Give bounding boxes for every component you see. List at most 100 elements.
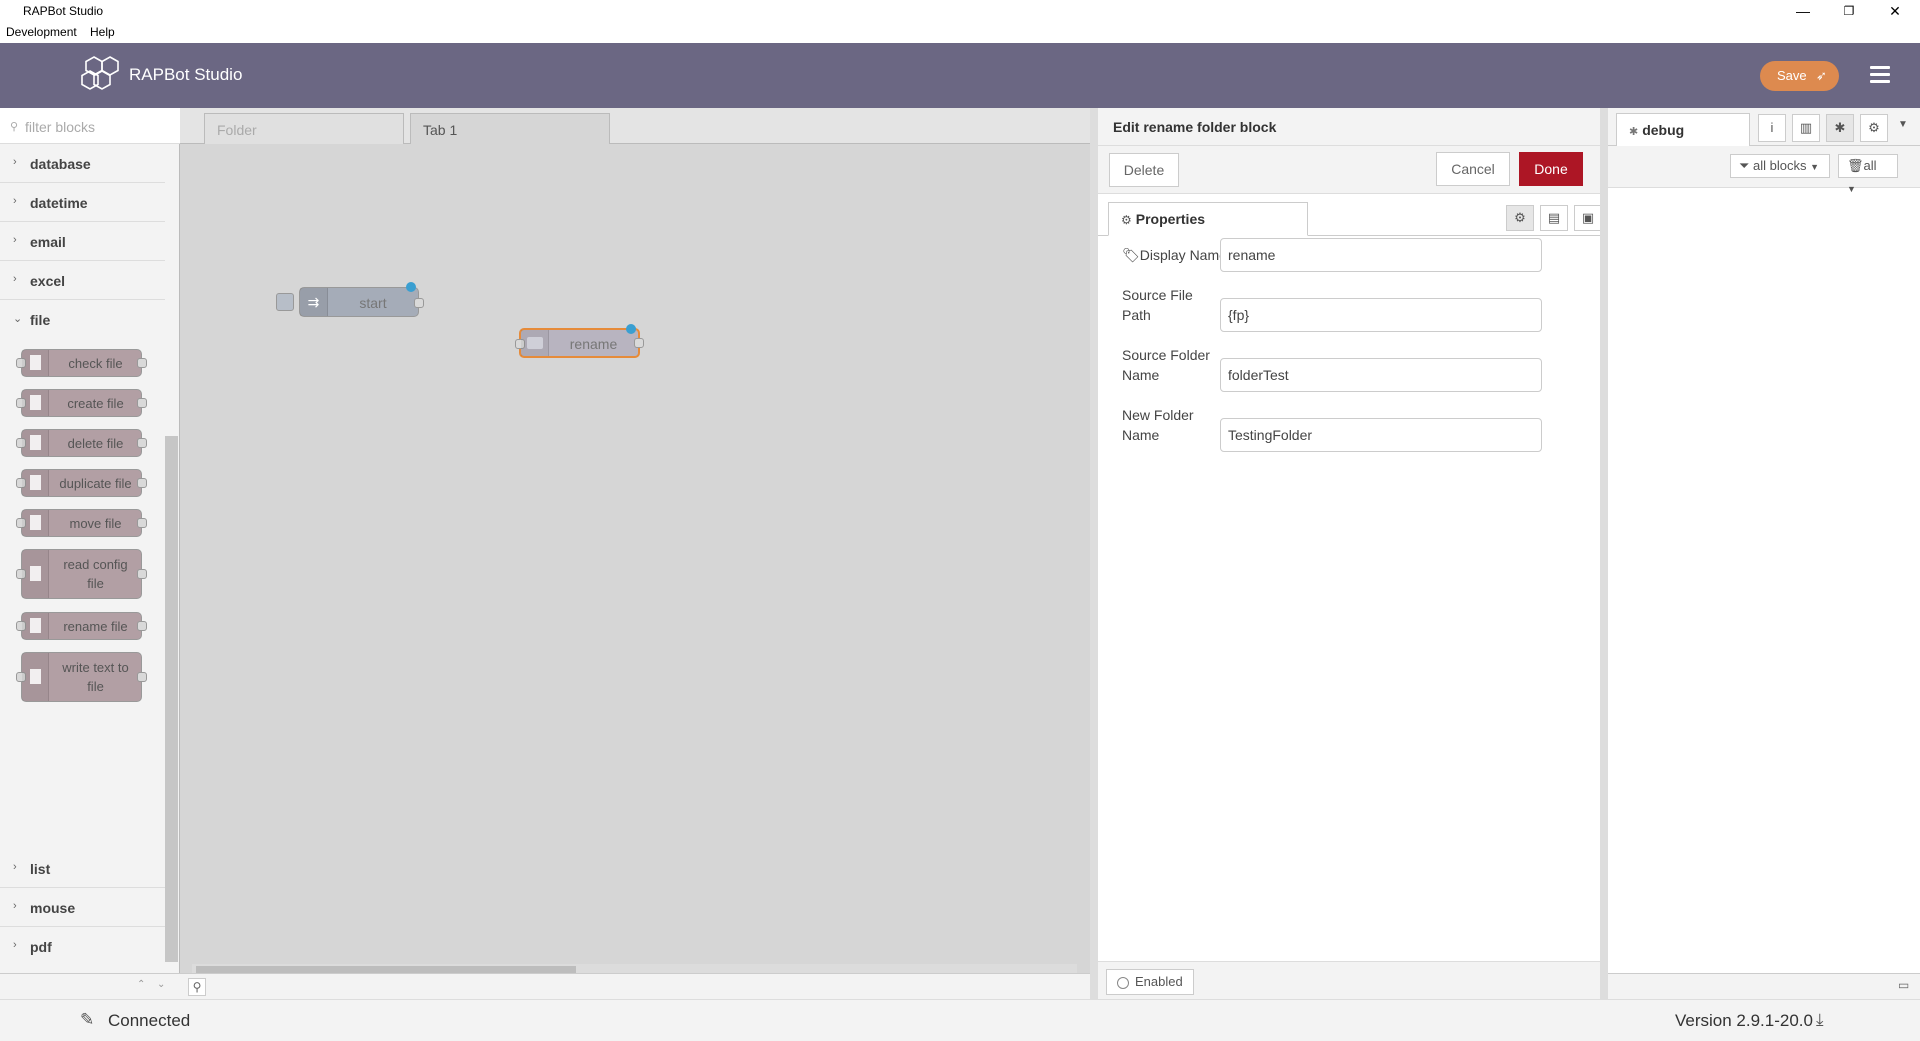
expand-all-icon[interactable]: ⌄: [157, 979, 165, 990]
block-label: create file: [67, 395, 124, 411]
save-button[interactable]: Save ➶: [1760, 61, 1839, 91]
menubar: Development Help: [0, 22, 1920, 43]
delete-button[interactable]: Delete: [1109, 153, 1179, 187]
file-icon: [22, 550, 49, 598]
category-file[interactable]: ⌄ file: [0, 300, 165, 339]
category-datetime[interactable]: › datetime: [0, 183, 165, 222]
filter-dropdown[interactable]: ⏷ all blocks ▼: [1730, 154, 1830, 178]
logo-icon: [81, 56, 119, 90]
file-icon: [22, 470, 49, 496]
menu-help[interactable]: Help: [90, 25, 115, 39]
app-header: RAPBot Studio Save ➶: [0, 43, 1920, 108]
output-port[interactable]: [634, 338, 644, 348]
minimize-button[interactable]: —: [1780, 0, 1826, 22]
main-menu-icon[interactable]: [1870, 66, 1890, 84]
palette-filter[interactable]: ⚲ filter blocks: [0, 108, 180, 144]
chevron-right-icon: ›: [13, 861, 17, 873]
tab-label: Properties: [1135, 211, 1206, 227]
block-write-text-to-file[interactable]: write text to file: [16, 652, 147, 702]
filter-blocks-input[interactable]: filter blocks: [25, 119, 95, 135]
bug-icon[interactable]: ✱: [1826, 114, 1854, 142]
block-duplicate-file[interactable]: duplicate file: [16, 469, 147, 497]
book-icon[interactable]: ▥: [1792, 114, 1820, 142]
output-port[interactable]: [414, 298, 424, 308]
download-icon[interactable]: ⤓: [1816, 1010, 1824, 1030]
inject-button[interactable]: [276, 293, 294, 311]
tab-label: debug: [1642, 122, 1685, 138]
category-list[interactable]: › list: [0, 849, 165, 888]
tab-properties[interactable]: ⚙ Properties: [1108, 202, 1308, 236]
file-icon: [22, 390, 49, 416]
source-folder-name-label: Source Folder Name: [1122, 347, 1210, 383]
arrow-right-icon: ⇉: [300, 288, 328, 316]
new-folder-name-field[interactable]: TestingFolder: [1220, 418, 1542, 452]
plug-icon: ✎: [80, 1010, 95, 1029]
settings-icon[interactable]: ⚙: [1506, 205, 1534, 231]
search-icon[interactable]: ⚲: [188, 978, 206, 996]
gear-icon: ⚙: [1121, 213, 1132, 227]
workspace-footer: ⚲: [180, 973, 1090, 999]
description-icon[interactable]: ▤: [1540, 205, 1568, 231]
caret-down-icon: ▼: [1847, 184, 1856, 194]
display-name-field[interactable]: rename: [1220, 238, 1542, 272]
menu-development[interactable]: Development: [6, 25, 77, 39]
cancel-button[interactable]: Cancel: [1436, 152, 1510, 186]
block-label: check file: [68, 355, 123, 371]
category-pdf[interactable]: › pdf: [0, 927, 165, 966]
chevron-right-icon: ›: [13, 900, 17, 912]
workspace: Folder Tab 1 ⇉ start rename ⚲: [180, 108, 1090, 999]
palette-more-categories: › list › mouse › pdf: [0, 849, 165, 969]
block-label: read config file: [63, 557, 128, 591]
flow-canvas[interactable]: ⇉ start rename: [180, 144, 1090, 964]
category-label: mouse: [30, 900, 76, 916]
tab-folder[interactable]: Folder: [204, 113, 404, 144]
done-button[interactable]: Done: [1519, 152, 1583, 186]
restore-button[interactable]: ❐: [1826, 0, 1872, 22]
tab-tab-1[interactable]: Tab 1: [410, 113, 610, 144]
node-start[interactable]: ⇉ start: [276, 282, 424, 317]
window-title: RAPBot Studio: [23, 4, 104, 18]
close-button[interactable]: ✕: [1872, 0, 1918, 22]
rocket-icon: ➶: [1816, 68, 1827, 83]
block-label: write text to file: [62, 660, 129, 694]
category-excel[interactable]: › excel: [0, 261, 165, 300]
collapse-all-icon[interactable]: ⌃: [137, 979, 145, 990]
block-read-config-file[interactable]: read config file: [16, 549, 147, 599]
appearance-icon[interactable]: ▣: [1574, 205, 1602, 231]
chevron-right-icon: ›: [13, 195, 17, 207]
trash-icon: 🗑︎: [1847, 158, 1864, 173]
block-move-file[interactable]: move file: [16, 509, 147, 537]
chevron-down-icon[interactable]: ▼: [1898, 119, 1908, 130]
category-label: list: [30, 861, 51, 877]
palette-footer: ⌃ ⌄: [0, 973, 180, 999]
category-mouse[interactable]: › mouse: [0, 888, 165, 927]
category-label: file: [30, 312, 51, 328]
block-check-file[interactable]: check file: [16, 349, 147, 377]
category-label: email: [30, 234, 66, 250]
save-button-label: Save: [1777, 68, 1807, 83]
block-create-file[interactable]: create file: [16, 389, 147, 417]
palette-scrollbar[interactable]: [165, 144, 179, 999]
clear-dropdown[interactable]: 🗑︎all ▼: [1838, 154, 1898, 194]
category-label: datetime: [30, 195, 88, 211]
tray-footer: Enabled: [1098, 961, 1608, 999]
block-delete-file[interactable]: delete file: [16, 429, 147, 457]
category-email[interactable]: › email: [0, 222, 165, 261]
file-icon: [22, 510, 49, 536]
enabled-toggle[interactable]: Enabled: [1106, 969, 1194, 995]
gear-icon[interactable]: ⚙: [1860, 114, 1888, 142]
block-rename-file[interactable]: rename file: [16, 612, 147, 640]
new-folder-name-label: New Folder Name: [1122, 407, 1194, 443]
tab-debug[interactable]: ✱ debug: [1616, 113, 1750, 147]
node-rename[interactable]: rename: [515, 324, 644, 358]
block-label: move file: [69, 515, 122, 531]
info-icon[interactable]: i: [1758, 114, 1786, 142]
chevron-down-icon: ⌄: [13, 313, 23, 325]
sidebar-footer: ▭: [1608, 973, 1920, 999]
category-database[interactable]: › database: [0, 144, 165, 183]
monitor-icon[interactable]: ▭: [1898, 978, 1909, 992]
source-file-path-field[interactable]: {fp}: [1220, 298, 1542, 332]
properties-tabs: ⚙ Properties ⚙ ▤ ▣: [1098, 194, 1608, 236]
source-folder-name-field[interactable]: folderTest: [1220, 358, 1542, 392]
window-titlebar: RAPBot Studio — ❐ ✕: [0, 0, 1920, 22]
